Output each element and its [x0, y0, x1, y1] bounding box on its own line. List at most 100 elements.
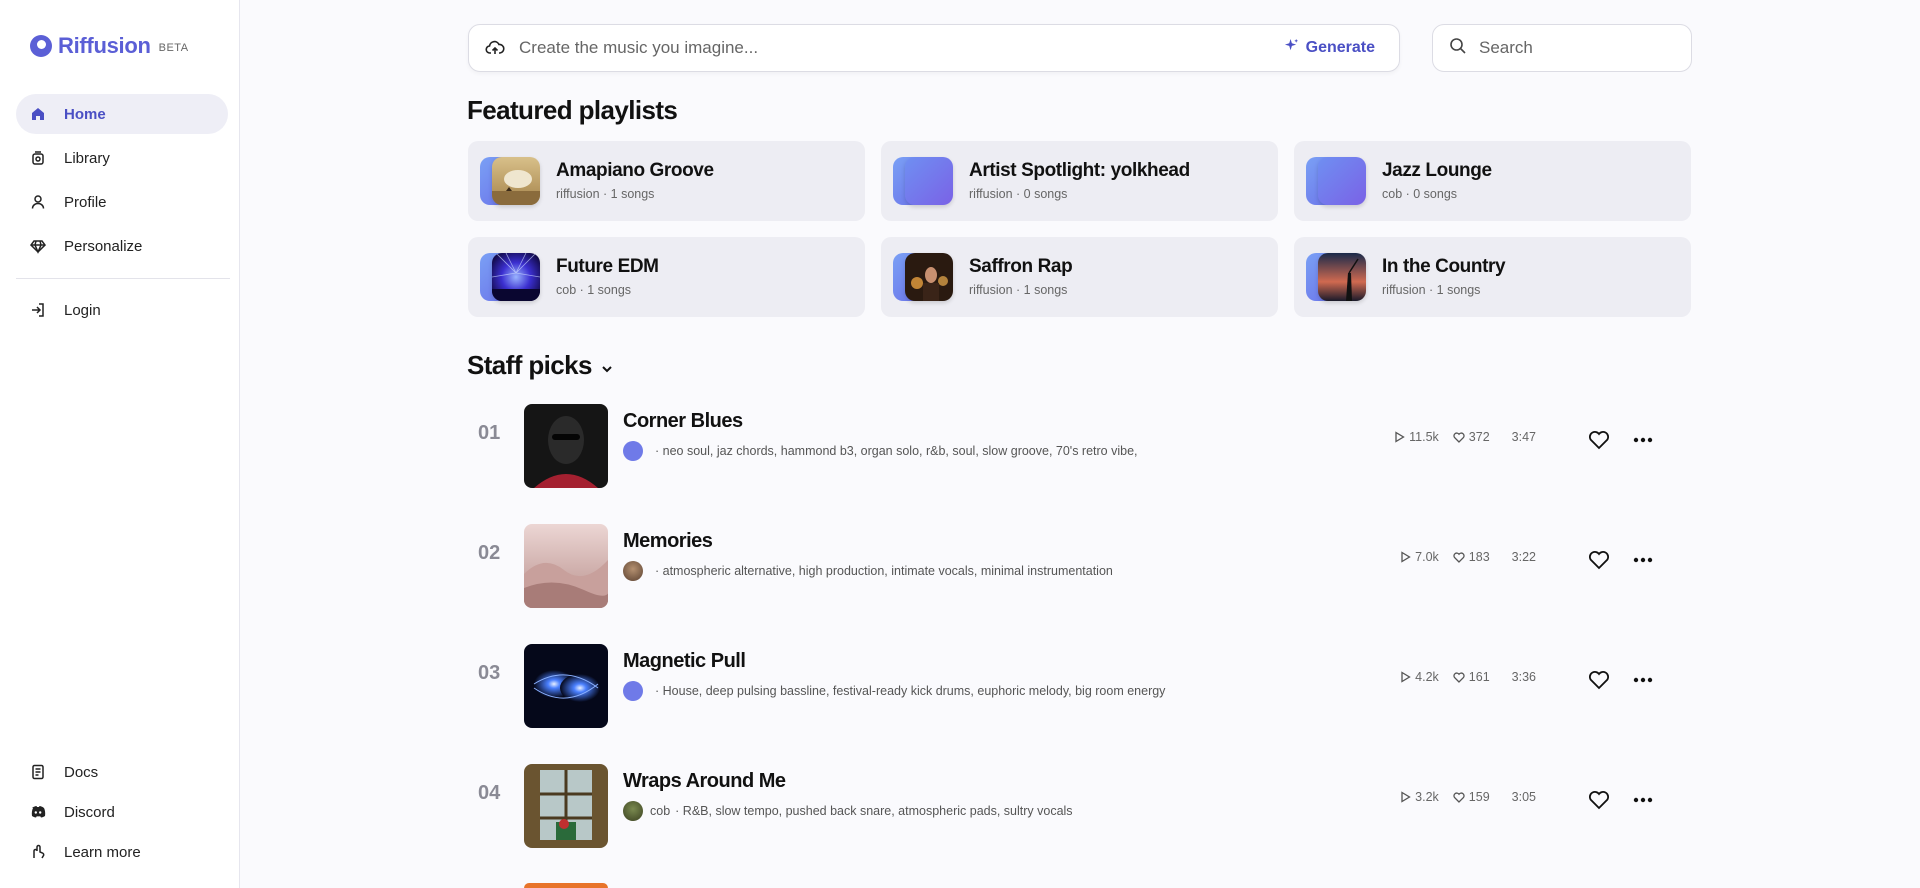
track-meta: cob · R&B, slow tempo, pushed back snare…	[623, 801, 1073, 821]
track-tags: · neo soul, jaz chords, hammond b3, orga…	[655, 444, 1138, 458]
track-duration: 3:47	[1511, 430, 1536, 444]
heart-small-icon	[1453, 431, 1465, 443]
sidebar-item-home[interactable]: Home	[16, 94, 228, 134]
more-options-button[interactable]	[1630, 667, 1656, 693]
generate-button[interactable]: Generate	[1284, 38, 1375, 58]
ellipsis-icon	[1633, 557, 1653, 563]
sidebar-item-discord[interactable]: Discord	[16, 792, 228, 832]
like-button[interactable]	[1586, 667, 1612, 693]
heart-icon	[1588, 791, 1610, 810]
login-icon	[30, 302, 46, 318]
playlist-card-jazz-lounge[interactable]: Jazz Lounge cob · 0 songs	[1294, 141, 1691, 221]
sidebar-item-profile[interactable]: Profile	[16, 182, 228, 222]
playlist-card-artist-spotlight-yolkhead[interactable]: Artist Spotlight: yolkhead riffusion · 0…	[881, 141, 1278, 221]
sidebar-item-personalize[interactable]: Personalize	[16, 226, 228, 266]
like-button[interactable]	[1586, 547, 1612, 573]
play-count: 4.2k	[1400, 670, 1439, 684]
track-row[interactable]: 04 Wraps Around Me cob · R&B, slow tempo…	[468, 754, 1692, 850]
more-options-button[interactable]	[1630, 547, 1656, 573]
play-count: 3.2k	[1400, 790, 1439, 804]
like-count-value: 372	[1468, 430, 1490, 444]
ellipsis-icon	[1633, 677, 1653, 683]
sidebar-item-library[interactable]: Library	[16, 138, 228, 178]
sidebar: Riffusion BETA Home Library Profile Pers…	[0, 0, 240, 888]
playlist-card-future-edm[interactable]: Future EDM cob · 1 songs	[468, 237, 865, 317]
playlist-name: Jazz Lounge	[1382, 160, 1492, 181]
play-count: 7.0k	[1400, 550, 1439, 564]
track-cover[interactable]	[524, 644, 608, 728]
track-stats: 3.2k 159 3:05	[1386, 790, 1536, 804]
track-number: 01	[478, 422, 501, 444]
play-icon	[1401, 671, 1411, 683]
more-options-button[interactable]	[1630, 787, 1656, 813]
docs-icon	[30, 764, 46, 780]
avatar[interactable]	[623, 801, 643, 821]
main-nav: Home Library Profile Personalize	[16, 94, 228, 270]
track-stats: 4.2k 161 3:36	[1386, 670, 1536, 684]
avatar[interactable]	[623, 681, 643, 701]
like-button[interactable]	[1586, 787, 1612, 813]
track-stats: 11.5k 372 3:47	[1380, 430, 1536, 444]
play-count-value: 4.2k	[1415, 670, 1439, 684]
playlist-name: In the Country	[1382, 256, 1506, 277]
track-number: 02	[478, 542, 501, 564]
heart-small-icon	[1453, 791, 1465, 803]
sidebar-item-label: Personalize	[64, 237, 143, 255]
play-count-value: 7.0k	[1415, 550, 1439, 564]
sidebar-item-login[interactable]: Login	[16, 290, 228, 330]
like-button[interactable]	[1586, 427, 1612, 453]
track-row[interactable]: 03 Magnetic Pull · House, deep pulsing b…	[468, 634, 1692, 730]
track-row[interactable]: 02 Memories · atmospheric alternative, h…	[468, 514, 1692, 610]
heart-small-icon	[1453, 671, 1465, 683]
sidebar-item-docs[interactable]: Docs	[16, 752, 228, 792]
avatar[interactable]	[623, 561, 643, 581]
track-tags: · atmospheric alternative, high producti…	[655, 564, 1113, 578]
track-author[interactable]: cob	[650, 804, 670, 818]
playlist-name: Future EDM	[556, 256, 659, 277]
playlist-card-amapiano-groove[interactable]: Amapiano Groove riffusion · 1 songs	[468, 141, 865, 221]
playlist-meta: riffusion · 0 songs	[969, 187, 1068, 201]
login-nav: Login	[16, 290, 228, 334]
track-duration: 3:22	[1511, 550, 1536, 564]
playlist-cover	[1318, 253, 1366, 301]
create-music-input[interactable]	[519, 38, 1284, 58]
track-cover[interactable]	[524, 404, 608, 488]
sidebar-item-label: Discord	[64, 803, 115, 821]
playlist-card-in-the-country[interactable]: In the Country riffusion · 1 songs	[1294, 237, 1691, 317]
riffusion-logo-icon	[30, 35, 52, 57]
sidebar-item-label: Library	[64, 149, 110, 167]
playlist-name: Amapiano Groove	[556, 160, 714, 181]
track-cover[interactable]	[524, 524, 608, 608]
discord-icon	[30, 804, 46, 820]
track-row[interactable]: 01 Corner Blues · neo soul, jaz chords, …	[468, 394, 1692, 490]
sidebar-item-label: Profile	[64, 193, 107, 211]
track-tags: · R&B, slow tempo, pushed back snare, at…	[675, 804, 1073, 818]
playlist-card-saffron-rap[interactable]: Saffron Rap riffusion · 1 songs	[881, 237, 1278, 317]
track-title: Memories	[623, 530, 713, 552]
play-icon	[1401, 551, 1411, 563]
playlist-cover	[905, 157, 953, 205]
play-count-value: 3.2k	[1415, 790, 1439, 804]
home-icon	[30, 106, 46, 122]
playlist-cover	[492, 157, 540, 205]
track-meta: · neo soul, jaz chords, hammond b3, orga…	[623, 441, 1138, 461]
playlist-meta: riffusion · 1 songs	[556, 187, 655, 201]
track-cover-partial[interactable]	[524, 883, 608, 888]
logo[interactable]: Riffusion BETA	[30, 33, 189, 59]
cloud-upload-icon[interactable]	[485, 38, 505, 58]
playlist-cover	[905, 253, 953, 301]
play-icon	[1401, 791, 1411, 803]
sidebar-item-label: Docs	[64, 763, 99, 781]
staff-picks-dropdown[interactable]: Staff picks	[467, 348, 614, 383]
more-options-button[interactable]	[1630, 427, 1656, 453]
track-cover[interactable]	[524, 764, 608, 848]
like-count-value: 161	[1468, 670, 1490, 684]
sidebar-item-learn-more[interactable]: Learn more	[16, 832, 228, 872]
search-input[interactable]	[1479, 38, 1679, 58]
avatar[interactable]	[623, 441, 643, 461]
search-icon	[1449, 37, 1467, 60]
track-number: 04	[478, 782, 501, 804]
library-icon	[30, 150, 46, 166]
track-title: Magnetic Pull	[623, 650, 746, 672]
featured-playlists-title: Featured playlists	[467, 95, 678, 125]
